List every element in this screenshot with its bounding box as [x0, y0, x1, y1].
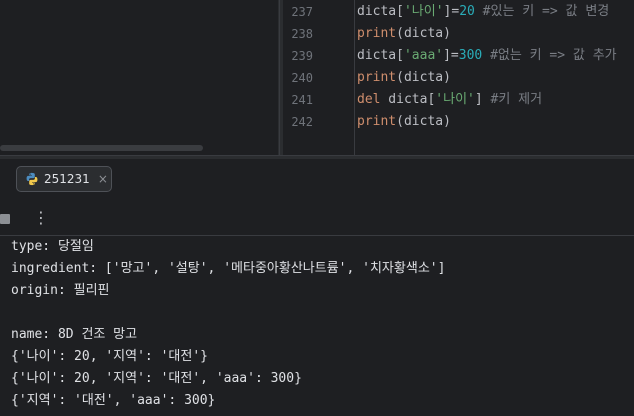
- console-line: origin: 필리핀: [11, 283, 110, 298]
- more-options-icon[interactable]: ⋮: [33, 207, 49, 229]
- code-token: #있는 키 => 값 변경: [474, 4, 610, 19]
- code-token: '나이': [403, 4, 444, 19]
- run-tab-bar: 251231 ×: [0, 159, 634, 203]
- console-line: {'나이': 20, '지역': '대전'}: [11, 349, 208, 364]
- code-token: (dicta): [396, 26, 451, 41]
- code-line[interactable]: del dicta['나이'] #키 제거: [357, 89, 542, 111]
- horizontal-scrollbar[interactable]: [0, 145, 203, 151]
- code-token: ]=: [443, 48, 459, 63]
- console-line: type: 당절임: [11, 239, 94, 254]
- code-token: dicta[: [357, 48, 404, 63]
- code-token: 20: [459, 4, 475, 19]
- code-line[interactable]: print(dicta): [357, 67, 451, 89]
- console-line: {'나이': 20, '지역': '대전', 'aaa': 300}: [11, 371, 302, 386]
- code-token: #키 제거: [490, 92, 543, 107]
- code-token: '나이': [435, 92, 475, 107]
- code-token: dicta[: [380, 92, 436, 107]
- code-token: print: [357, 26, 397, 41]
- console-line: {'지역': '대전', 'aaa': 300}: [11, 393, 216, 408]
- run-tab[interactable]: 251231 ×: [16, 166, 112, 192]
- code-token: 'aaa': [403, 48, 444, 63]
- code-editor[interactable]: dicta['나이']=20 #있는 키 => 값 변경 print(dicta)…: [357, 0, 634, 155]
- close-icon[interactable]: ×: [98, 172, 108, 186]
- line-number: 238: [291, 27, 313, 41]
- code-line[interactable]: dicta['aaa']=300 #없는 키 => 값 추가: [357, 45, 617, 67]
- code-line[interactable]: dicta['나이']=20 #있는 키 => 값 변경: [357, 1, 609, 23]
- code-line[interactable]: print(dicta): [357, 23, 451, 45]
- console-output: type: 당절임 ingredient: ['망고', '설탕', '메타중아황…: [0, 236, 634, 416]
- code-token: (dicta): [396, 114, 451, 129]
- console-toolbar: ⋮: [0, 203, 634, 236]
- line-number-gutter: 237 238 239 240 241 242: [283, 0, 355, 155]
- code-token: #없는 키 => 값 추가: [482, 48, 617, 63]
- code-token: del: [357, 92, 381, 107]
- code-line[interactable]: print(dicta): [357, 111, 451, 133]
- python-icon: [26, 172, 38, 186]
- console-line: name: 8D 건조 망고: [11, 327, 138, 342]
- line-number: 241: [291, 93, 313, 107]
- line-number: 237: [291, 5, 313, 19]
- left-editor-pane: [0, 0, 278, 155]
- code-token: dicta[: [357, 4, 404, 19]
- code-token: print: [357, 70, 397, 85]
- run-tab-label: 251231: [44, 172, 90, 186]
- code-token: (dicta): [396, 70, 451, 85]
- line-number: 239: [291, 49, 313, 63]
- stop-icon[interactable]: [0, 214, 10, 224]
- code-token: ]=: [443, 4, 460, 19]
- code-token: print: [357, 114, 397, 129]
- console-line: ingredient: ['망고', '설탕', '메타중아황산나트륨', '치…: [11, 261, 446, 276]
- line-number: 242: [291, 115, 313, 129]
- code-token: 300: [458, 48, 483, 63]
- line-number: 240: [291, 71, 313, 85]
- code-token: ]: [474, 92, 491, 107]
